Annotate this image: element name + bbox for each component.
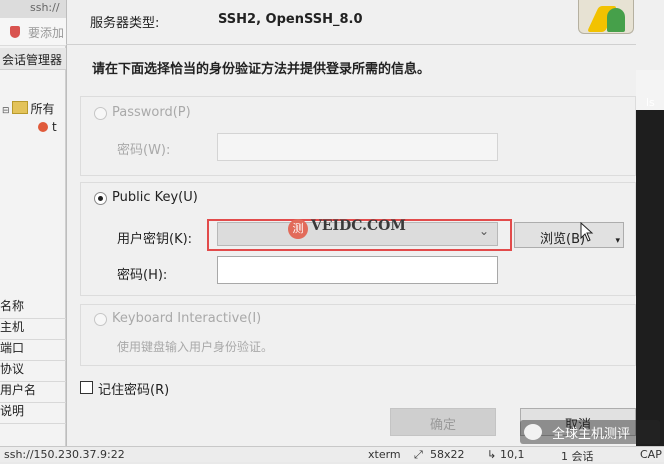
- session-manager-tab[interactable]: 会话管理器: [0, 48, 66, 70]
- status-bar: ssh://150.230.37.9:22 xterm ⤢ 58x22 ↳ 10…: [0, 446, 664, 463]
- status-cursor: 10,1: [500, 448, 525, 461]
- watermark-text: VEIDC.COM: [311, 218, 406, 234]
- tree-session-item[interactable]: t: [38, 120, 57, 134]
- tree-root[interactable]: ⊟ 所有: [2, 100, 55, 117]
- password-radio[interactable]: [94, 107, 107, 120]
- status-size-icon: ⤢: [414, 448, 423, 461]
- keyboard-interactive-radio[interactable]: [94, 313, 107, 326]
- password-label: Password(P): [112, 105, 191, 120]
- ok-button[interactable]: 确定: [390, 408, 496, 436]
- background-window-title: ssh://: [0, 0, 66, 18]
- terminal-text: ls: [646, 96, 655, 109]
- status-terminal: xterm: [368, 448, 401, 461]
- server-type-label: 服务器类型:: [90, 16, 160, 31]
- terminal-edge: ls: [636, 0, 664, 446]
- server-type-value: SSH2, OpenSSH_8.0: [218, 12, 363, 27]
- session-tree: ⊟ 所有 t: [0, 72, 66, 292]
- passphrase-label: 密码(H):: [117, 268, 168, 283]
- properties-table: 名称 主机 端口 协议 用户名 说明: [0, 294, 66, 424]
- session-icon: [38, 122, 48, 132]
- browse-button-label: 浏览(B): [540, 232, 586, 247]
- mouse-cursor-icon: [580, 221, 594, 246]
- public-key-label: Public Key(U): [112, 190, 198, 205]
- password-input[interactable]: [217, 133, 498, 161]
- add-label[interactable]: 要添加: [28, 24, 64, 41]
- password-field-label: 密码(W):: [117, 143, 171, 158]
- instructions-text: 请在下面选择恰当的身份验证方法并提供登录所需的信息。: [92, 62, 431, 77]
- passphrase-input[interactable]: [217, 256, 498, 284]
- header-divider: [66, 44, 636, 45]
- public-key-radio[interactable]: [94, 192, 107, 205]
- folder-icon: [11, 101, 28, 114]
- dropdown-arrow-icon: ▾: [615, 236, 620, 246]
- tree-session-label: t: [52, 120, 57, 134]
- watermark-badge: 测: [288, 219, 308, 239]
- tree-root-label: 所有: [30, 102, 55, 116]
- collapse-icon[interactable]: ⊟: [2, 106, 10, 116]
- keyboard-interactive-label: Keyboard Interactive(I): [112, 311, 262, 326]
- remember-password-label: 记住密码(R): [98, 383, 170, 398]
- user-key-label: 用户密钥(K):: [117, 232, 193, 247]
- status-cursor-icon: ↳: [487, 448, 497, 461]
- keyboard-interactive-description: 使用键盘输入用户身份验证。: [117, 340, 274, 354]
- remember-password-checkbox[interactable]: [80, 381, 93, 394]
- status-connection: ssh://150.230.37.9:22: [4, 448, 125, 461]
- status-size: 58x22: [430, 448, 465, 461]
- browse-button[interactable]: 浏览(B) ▾: [514, 222, 624, 248]
- status-extra: CAP: [640, 448, 662, 461]
- pin-icon[interactable]: [10, 26, 20, 38]
- background-toolbar: 要添加: [0, 18, 66, 46]
- app-logo-icon: [578, 0, 634, 34]
- prop-row: 说明: [0, 399, 66, 424]
- wechat-icon: [524, 424, 542, 440]
